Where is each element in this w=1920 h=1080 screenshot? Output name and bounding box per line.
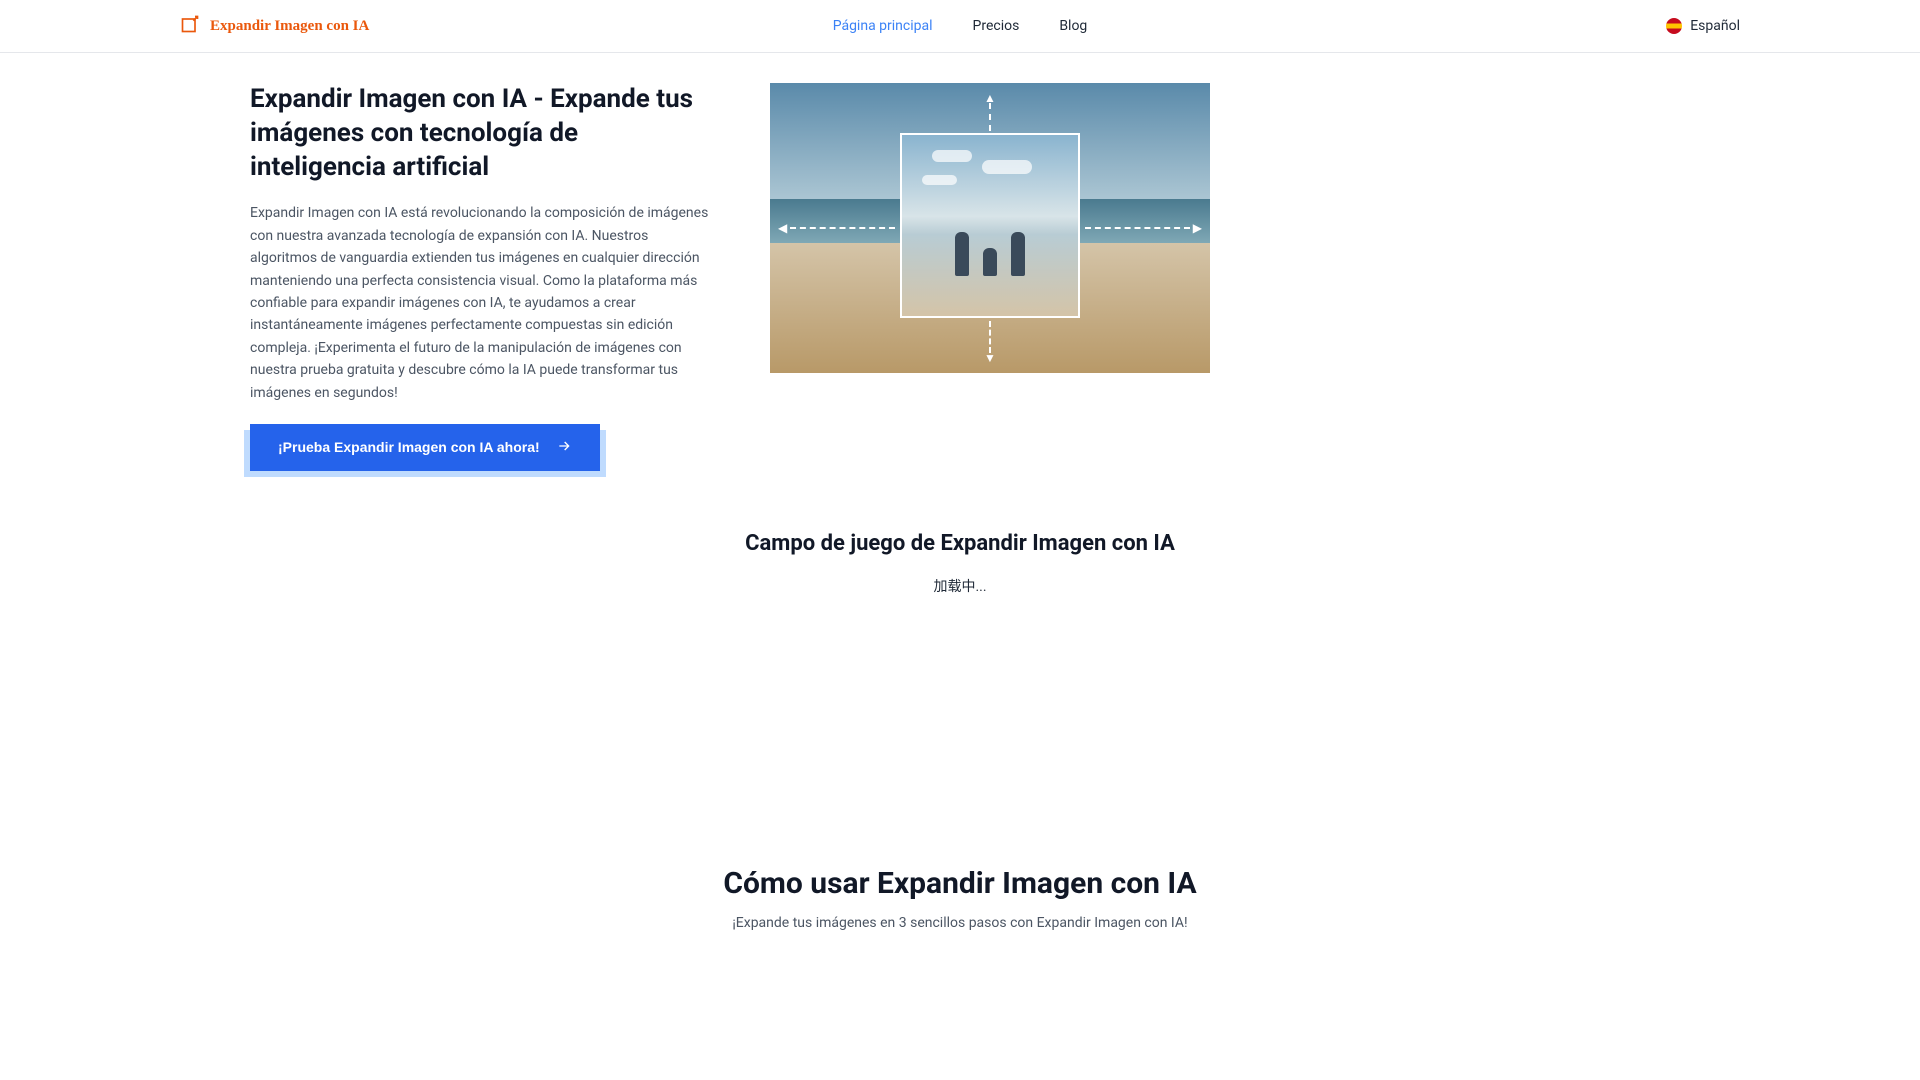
playground-title: Campo de juego de Expandir Imagen con IA <box>0 531 1920 556</box>
demo-image: ▲ ▼ ◀ ▶ <box>770 83 1210 373</box>
expand-icon <box>180 14 200 38</box>
hero-section: Expandir Imagen con IA - Expande tus imá… <box>0 53 1920 511</box>
howto-title: Cómo usar Expandir Imagen con IA <box>0 866 1920 901</box>
site-header: Expandir Imagen con IA Página principal … <box>0 0 1920 53</box>
loading-text: 加载中... <box>0 576 1920 596</box>
cta-button[interactable]: ¡Prueba Expandir Imagen con IA ahora! <box>250 424 600 471</box>
playground-section: Campo de juego de Expandir Imagen con IA… <box>0 511 1920 606</box>
cta-wrapper: ¡Prueba Expandir Imagen con IA ahora! <box>250 424 600 471</box>
brand-name: Expandir Imagen con IA <box>210 18 369 35</box>
arrow-right-icon: ▶ <box>1193 221 1202 235</box>
language-label: Español <box>1690 18 1740 34</box>
nav-blog[interactable]: Blog <box>1059 18 1087 34</box>
arrow-left-icon: ◀ <box>778 221 787 235</box>
arrow-right-icon <box>556 438 572 457</box>
howto-section: Cómo usar Expandir Imagen con IA ¡Expand… <box>0 606 1920 971</box>
hero-description: Expandir Imagen con IA está revolucionan… <box>250 202 710 404</box>
hero-content: Expandir Imagen con IA - Expande tus imá… <box>250 83 710 471</box>
arrow-up-icon: ▲ <box>984 91 996 105</box>
hero-image: ▲ ▼ ◀ ▶ <box>770 83 1210 373</box>
nav-pricing[interactable]: Precios <box>973 18 1020 34</box>
cta-label: ¡Prueba Expandir Imagen con IA ahora! <box>278 439 540 455</box>
hero-title: Expandir Imagen con IA - Expande tus imá… <box>250 83 710 184</box>
arrow-down-icon: ▼ <box>984 351 996 365</box>
nav-home[interactable]: Página principal <box>833 18 933 34</box>
language-selector[interactable]: Español <box>1666 18 1740 34</box>
flag-spain-icon <box>1666 18 1682 34</box>
brand-logo[interactable]: Expandir Imagen con IA <box>180 14 369 38</box>
demo-frame <box>900 133 1080 318</box>
main-nav: Página principal Precios Blog <box>833 18 1088 34</box>
howto-subtitle: ¡Expande tus imágenes en 3 sencillos pas… <box>0 915 1920 931</box>
